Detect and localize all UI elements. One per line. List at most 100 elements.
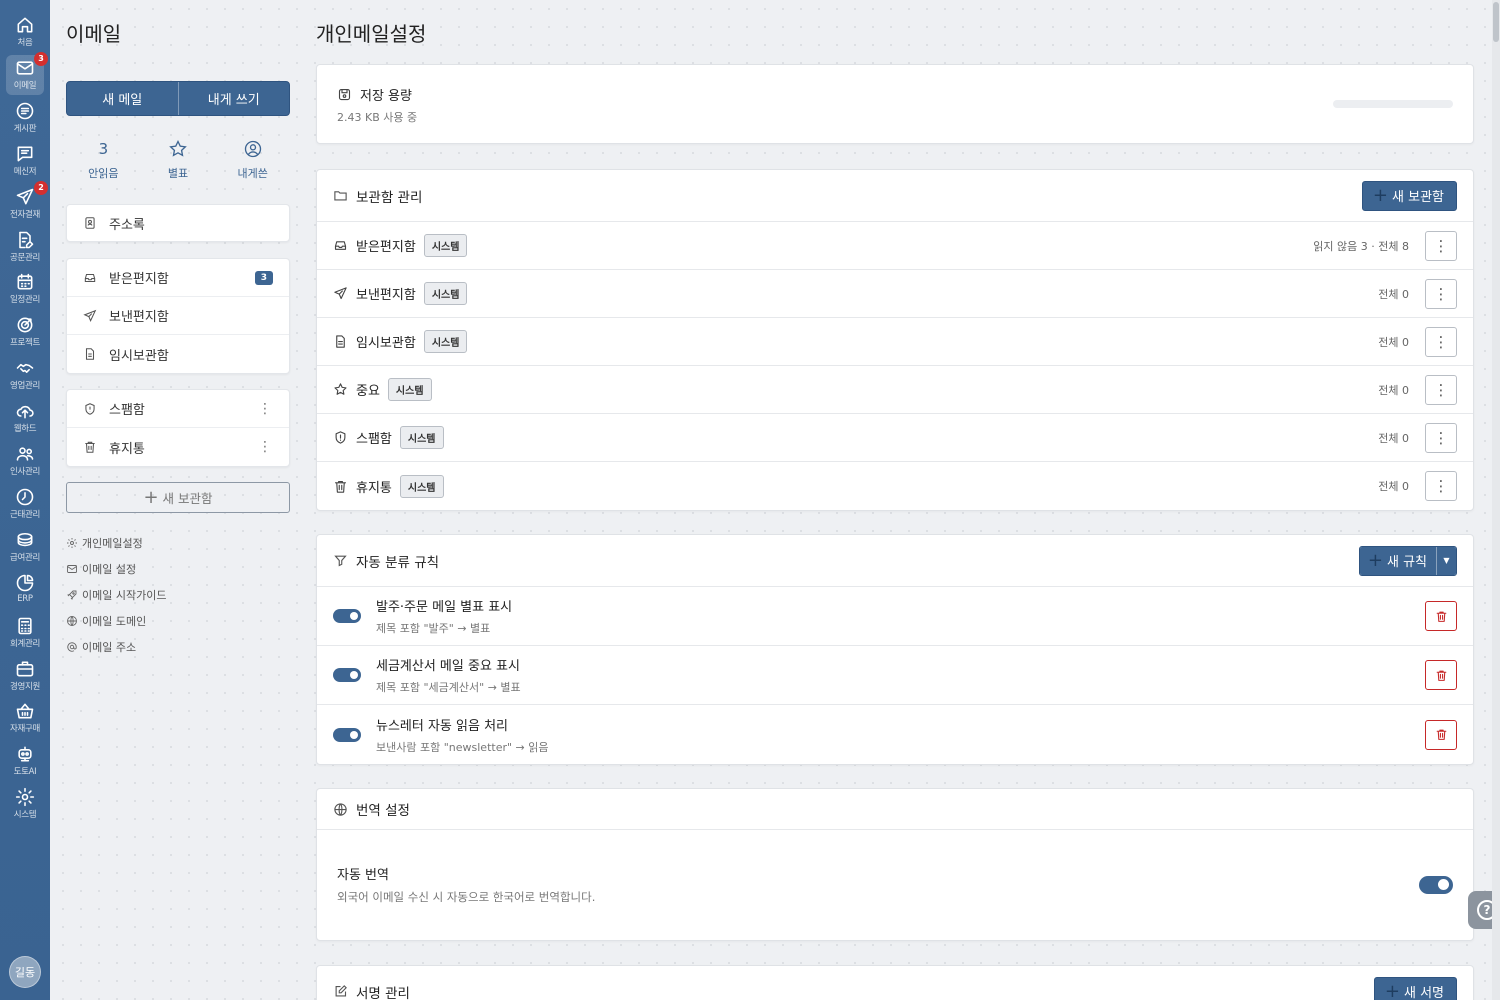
translation-panel-title-text: 번역 설정 [356,803,410,819]
folder-stat: 읽지 않음 3 · 전체 8 [1313,239,1409,253]
more-options-button[interactable]: ⋮ [1425,422,1457,453]
system-folders-card: 받은편지함 3 보낸편지함 임시보관함 [66,258,290,374]
rail-item-document-edit[interactable]: 공문관리 [0,230,50,272]
rail-item-gear[interactable]: 시스템 [0,787,50,829]
new-folder-primary-button[interactable]: + 새 보관함 [1361,180,1457,211]
quick-starred[interactable]: 별표 [141,138,216,181]
write-to-me-button[interactable]: 내게 쓰기 [179,82,290,115]
more-options-button[interactable]: ⋮ [1425,278,1457,309]
more-options-button[interactable]: ⋮ [1425,230,1457,261]
folder-name: 보낸편지함 [356,288,416,303]
trash-icon [1435,728,1448,741]
app-rail: 처음이메일 3 게시판 메신저 전자결재 2 공문관리일정관리프로젝트 영업관리 웹하드 인사관리… [0,0,50,1000]
custom-folders-card: 스팸함 ⋮ 휴지통 ⋮ [66,389,290,467]
people-icon [15,444,35,464]
rail-item-home[interactable]: 처음 [0,15,50,57]
briefcase-icon [15,659,35,679]
rail-item-pie-chart[interactable]: ERP [0,573,50,615]
rail-item-label: 일정관리 [9,295,41,306]
sidebar-folder-trash[interactable]: 휴지통 ⋮ [67,428,289,466]
link-start-guide[interactable]: 이메일 시작가이드 [66,582,166,608]
rail-item-clock[interactable]: 근태관리 [0,487,50,529]
link-email-address[interactable]: 이메일 주소 [66,634,166,660]
storage-panel: 저장 용량 2.43 KB 사용 중 [316,64,1474,144]
plus-icon: + [1384,980,1400,1000]
system-tag: 시스템 [423,330,468,353]
quick-filters: 3 안읽음 별표 내게쓴 [66,138,290,181]
auto-translate-toggle[interactable] [1419,875,1453,894]
rail-item-label: 이메일 [13,80,37,91]
sidebar-folder-label: 보낸편지함 [109,310,169,325]
chevron-down-icon[interactable]: ▼ [1436,546,1456,575]
coins-icon [15,530,35,550]
unread-badge: 3 [254,270,273,285]
page-scrollbar[interactable] [1492,0,1500,1000]
rail-item-label: 처음 [17,38,33,48]
rail-item-target[interactable]: 프로젝트 [0,315,50,357]
rail-item-board[interactable]: 게시판 [0,101,50,143]
rail-item-coins[interactable]: 급여관리 [0,530,50,572]
scrollbar-thumb[interactable] [1493,2,1499,42]
folder-more-icon[interactable]: ⋮ [257,439,273,455]
new-mail-button[interactable]: 새 메일 [67,82,179,115]
quick-unread[interactable]: 3 안읽음 [66,138,141,181]
address-book-item[interactable]: 주소록 [67,205,289,241]
folder-more-icon[interactable]: ⋮ [257,401,273,417]
folders-panel: 보관함 관리 + 새 보관함 받은편지함 시스템 읽지 않음 3 · 전체 8 ⋮ 보낸… [316,169,1474,511]
quick-self[interactable]: 내게쓴 [215,138,290,181]
link-email-settings[interactable]: 이메일 설정 [66,556,166,582]
sidebar-folder-label: 받은편지함 [109,272,169,287]
folder-name: 휴지통 [356,480,392,496]
rail-item-briefcase[interactable]: 경영지원 [0,659,50,701]
rail-item-cloud-upload[interactable]: 웹하드 [0,401,50,443]
quick-starred-label: 별표 [167,167,189,180]
address-book-label: 주소록 [109,217,145,233]
delete-rule-button[interactable] [1425,660,1457,690]
sidebar-folder-inbox[interactable]: 받은편지함 3 [67,259,289,297]
folder-row: 중요 시스템 전체 0 ⋮ [317,366,1473,414]
auto-translate-title: 자동 번역 [337,868,389,883]
inbox-icon [333,238,356,253]
new-rule-button[interactable]: + 새 규칙 [1359,546,1436,575]
rail-item-calendar[interactable]: 일정관리 [0,272,50,314]
sidebar-folder-drafts[interactable]: 임시보관함 [67,335,289,373]
rule-toggle[interactable] [333,727,361,742]
new-rule-label: 새 규칙 [1386,555,1427,570]
rule-toggle[interactable] [333,668,361,682]
sidebar-folder-sent[interactable]: 보낸편지함 [67,297,289,335]
rail-item-calculator[interactable]: 회계관리 [0,616,50,658]
new-signature-button[interactable]: + 새 서명 [1373,976,1457,1000]
link-email-domain[interactable]: 이메일 도메인 [66,608,166,634]
sidebar-folder-spam[interactable]: 스팸함 ⋮ [67,390,289,428]
delete-rule-button[interactable] [1425,719,1457,750]
new-folder-button[interactable]: + 새 보관함 [66,482,290,513]
rail-item-label: 경영지원 [9,681,41,692]
rule-text: 발주·주문 메일 별표 표시 제목 포함 "발주" → 별표 [376,596,1425,636]
new-folder-label: 새 보관함 [162,491,213,506]
more-options-button[interactable]: ⋮ [1425,326,1457,357]
more-options-button[interactable]: ⋮ [1425,374,1457,405]
rail-item-handshake[interactable]: 영업관리 [0,358,50,400]
link-personal-mail-settings[interactable]: 개인메일설정 [66,530,166,556]
system-tag: 시스템 [399,426,444,449]
folder-row: 임시보관함 시스템 전체 0 ⋮ [317,318,1473,366]
target-icon [15,315,35,335]
rail-item-messenger[interactable]: 메신저 [0,144,50,186]
rail-item-people[interactable]: 인사관리 [0,444,50,486]
rail-notification-badge: 3 [34,51,48,66]
rail-item-robot[interactable]: 도토AI [0,744,50,786]
globe-icon [334,802,347,816]
clock-icon [15,487,35,507]
star-icon [333,382,356,397]
pen-square-icon [335,985,347,997]
rail-item-mail[interactable]: 이메일 3 [0,51,50,100]
folder-name: 스팸함 [356,432,392,447]
document-edit-icon [15,230,35,250]
rule-toggle[interactable] [333,609,361,623]
rail-item-basket[interactable]: 자재구매 [0,701,50,743]
avatar[interactable]: 길동 [9,956,41,988]
rail-item-approval[interactable]: 전자결재 2 [0,180,50,229]
more-options-button[interactable]: ⋮ [1425,471,1457,501]
delete-rule-button[interactable] [1425,601,1457,631]
plus-icon: + [1372,184,1389,206]
